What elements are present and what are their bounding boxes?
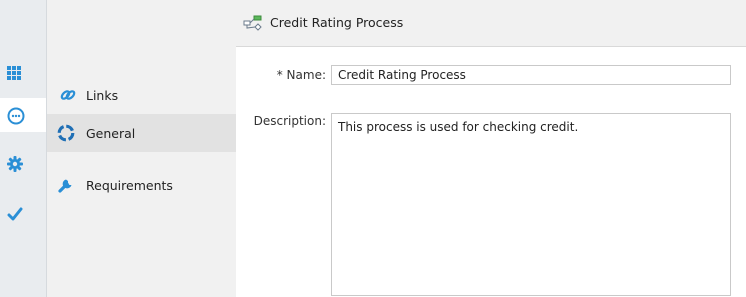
wrench-icon	[58, 179, 72, 193]
rail-button-grid[interactable]	[0, 62, 46, 96]
description-label: Description:	[253, 114, 326, 128]
nav-item-requirements[interactable]: Requirements	[47, 166, 236, 204]
nav-item-label: General	[86, 125, 136, 141]
rail-button-settings[interactable]	[0, 154, 46, 188]
rail-button-validate[interactable]	[0, 188, 46, 222]
chat-bubble-icon	[7, 107, 25, 125]
section-nav: Links General Requirements	[47, 0, 236, 297]
description-field[interactable]: This process is used for checking credit…	[331, 113, 731, 296]
nav-item-links[interactable]: Links	[47, 76, 236, 114]
name-label: * Name:	[256, 68, 326, 82]
name-field[interactable]	[331, 65, 731, 85]
checkmark-icon	[7, 207, 23, 221]
name-label-text: Name:	[286, 68, 326, 82]
nav-item-label: Requirements	[86, 177, 173, 193]
nav-item-general[interactable]: General	[47, 114, 236, 152]
page-title: Credit Rating Process	[270, 15, 404, 30]
gear-icon	[7, 156, 23, 172]
general-form: * Name: Description: This process is use…	[236, 46, 746, 297]
process-diagram-icon	[243, 15, 262, 31]
rail-button-chat[interactable]	[0, 98, 46, 132]
required-marker: *	[276, 68, 283, 82]
links-icon	[60, 90, 76, 100]
general-ring-icon	[57, 124, 75, 142]
nav-item-label: Links	[86, 87, 119, 103]
grid-icon	[7, 66, 21, 80]
left-icon-rail	[0, 0, 47, 297]
page-header: Credit Rating Process	[236, 0, 746, 46]
